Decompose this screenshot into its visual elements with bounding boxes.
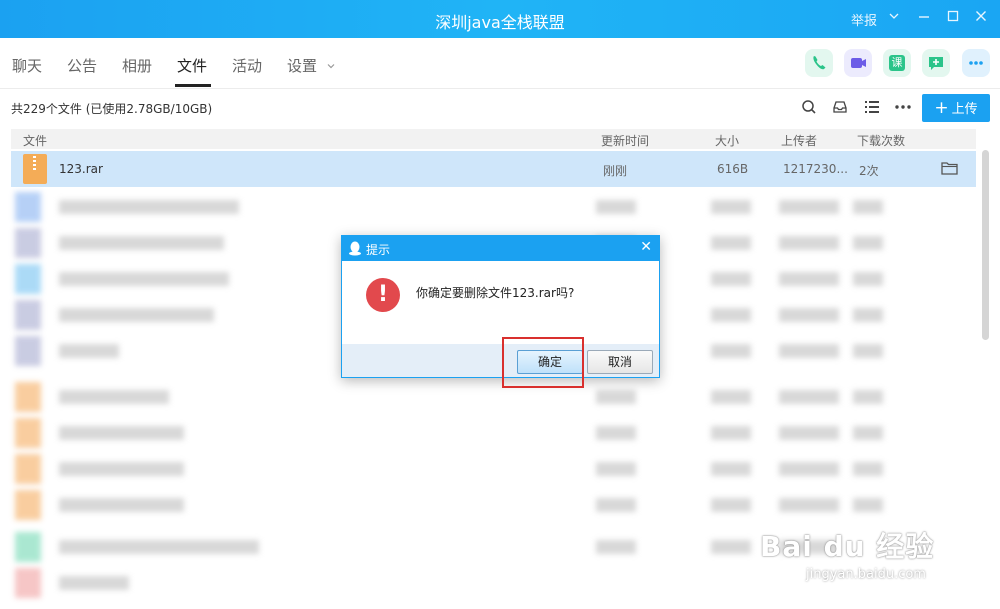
report-link[interactable]: 举报: [851, 10, 877, 29]
tab-album[interactable]: 相册: [122, 55, 152, 76]
file-uploader: 1217230...: [783, 162, 848, 176]
video-icon: [851, 58, 866, 68]
maximize-icon[interactable]: [947, 10, 959, 26]
close-icon[interactable]: [975, 10, 987, 26]
watermark-url: jingyan.baidu.com: [806, 567, 926, 582]
dialog-message: 你确定要删除文件123.rar吗?: [416, 286, 575, 300]
more-icon: [969, 61, 983, 65]
rar-file-icon: [23, 154, 47, 184]
dialog-title: 提示: [366, 243, 391, 257]
file-updated: 刚刚: [603, 164, 628, 178]
dialog-header: 提示 ✕: [342, 236, 659, 261]
dialog-footer: 确定 取消: [342, 344, 659, 377]
column-header-updated[interactable]: 更新时间: [601, 132, 649, 149]
upload-button[interactable]: + 上传: [922, 94, 990, 122]
table-row[interactable]: [11, 190, 976, 224]
chevron-down-icon: [327, 64, 335, 69]
active-tab-indicator: [175, 84, 211, 87]
file-size: 616B: [717, 162, 749, 176]
file-toolbar: 共229个文件 (已使用2.78GB/10GB) + 上传: [0, 89, 1000, 127]
scrollbar[interactable]: [982, 150, 989, 340]
file-downloads: 2次: [859, 164, 879, 178]
chat-plus-icon: [929, 57, 943, 70]
dialog-close-icon[interactable]: ✕: [640, 239, 652, 255]
tab-activity[interactable]: 活动: [232, 55, 262, 76]
nav-bar: 聊天 公告 相册 文件 活动 设置 课: [0, 38, 1000, 89]
minimize-icon[interactable]: [918, 10, 930, 26]
list-view-icon[interactable]: [864, 99, 880, 119]
table-row[interactable]: [11, 488, 976, 522]
title-bar: 深圳java全栈联盟 举报: [0, 0, 1000, 38]
table-row[interactable]: [11, 416, 976, 450]
penguin-icon: [348, 241, 362, 260]
cancel-button[interactable]: 取消: [587, 350, 653, 374]
table-row[interactable]: [11, 452, 976, 486]
window-title: 深圳java全栈联盟: [435, 13, 565, 32]
more-button[interactable]: [962, 49, 990, 77]
tab-chat[interactable]: 聊天: [12, 55, 42, 76]
tab-settings[interactable]: 设置: [287, 55, 336, 76]
folder-icon[interactable]: [941, 161, 958, 178]
tab-settings-label: 设置: [287, 57, 318, 75]
table-row[interactable]: [11, 380, 976, 414]
course-badge: 课: [889, 55, 905, 71]
file-name: 123.rar: [59, 162, 103, 176]
column-header-uploader[interactable]: 上传者: [781, 132, 817, 149]
new-chat-button[interactable]: [922, 49, 950, 77]
chevron-down-icon[interactable]: [888, 10, 900, 26]
file-table-header: 文件 更新时间 大小 上传者 下载次数: [11, 129, 976, 149]
column-header-file[interactable]: 文件: [23, 132, 47, 149]
upload-label: 上传: [951, 102, 978, 117]
tab-files[interactable]: 文件: [177, 55, 207, 76]
phone-button[interactable]: [805, 49, 833, 77]
column-header-size[interactable]: 大小: [715, 132, 739, 149]
more-icon[interactable]: [894, 99, 912, 119]
course-button[interactable]: 课: [883, 49, 911, 77]
watermark: Bai du 经验: [760, 530, 935, 563]
table-row-selected[interactable]: 123.rar 刚刚 616B 1217230... 2次: [11, 151, 976, 187]
highlight-box: [502, 337, 584, 388]
inbox-icon[interactable]: [832, 99, 848, 119]
video-button[interactable]: [844, 49, 872, 77]
tab-announcement[interactable]: 公告: [67, 55, 97, 76]
phone-icon: [813, 56, 826, 70]
plus-icon: +: [934, 98, 949, 118]
column-header-downloads[interactable]: 下载次数: [857, 132, 905, 149]
confirm-dialog: 提示 ✕ ! 你确定要删除文件123.rar吗? 确定 取消: [341, 235, 660, 378]
storage-summary: 共229个文件 (已使用2.78GB/10GB): [11, 102, 213, 116]
search-icon[interactable]: [801, 99, 817, 119]
error-icon: !: [366, 278, 400, 312]
